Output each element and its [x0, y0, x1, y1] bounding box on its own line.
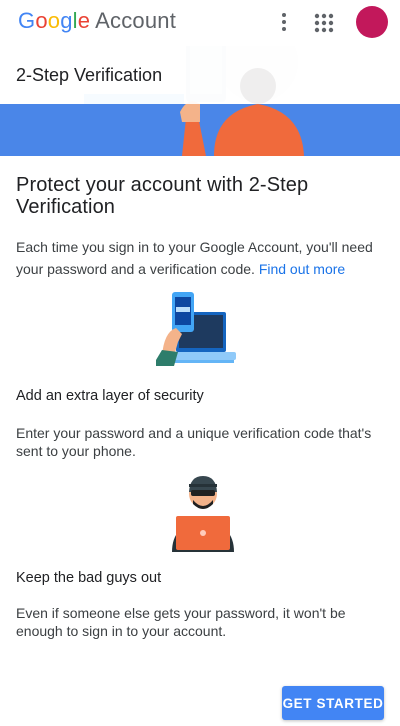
section-body: Even if someone else gets your password,… [16, 605, 346, 639]
security-illustration [156, 290, 236, 373]
more-vert-icon[interactable] [272, 10, 296, 34]
logo-letter: o [47, 8, 61, 33]
avatar[interactable] [356, 6, 388, 38]
google-account-logo[interactable]: Google Account [18, 8, 176, 34]
intro-paragraph: Each time you sign in to your Google Acc… [16, 236, 384, 280]
section-title: Add an extra layer of security [16, 388, 204, 404]
logo-letter: G [18, 8, 36, 33]
get-started-button[interactable]: GET STARTED [282, 686, 384, 720]
logo-product-name: Account [95, 8, 177, 33]
page-title: 2-Step Verification [16, 65, 163, 85]
main-heading: Protect your account with 2-Step Verific… [16, 174, 309, 218]
apps-grid-icon[interactable] [311, 10, 337, 36]
app-bar: Google Account [0, 0, 400, 46]
find-out-more-link[interactable]: Find out more [259, 261, 345, 277]
logo-letter: g [60, 8, 73, 33]
main-content: Protect your account with 2-Step Verific… [16, 174, 384, 280]
logo-letter: e [77, 8, 91, 33]
logo-letter: o [35, 8, 48, 33]
bad-guy-illustration [168, 472, 238, 557]
section-body: Enter your password and a unique verific… [16, 425, 372, 459]
section-title: Keep the bad guys out [16, 570, 162, 586]
